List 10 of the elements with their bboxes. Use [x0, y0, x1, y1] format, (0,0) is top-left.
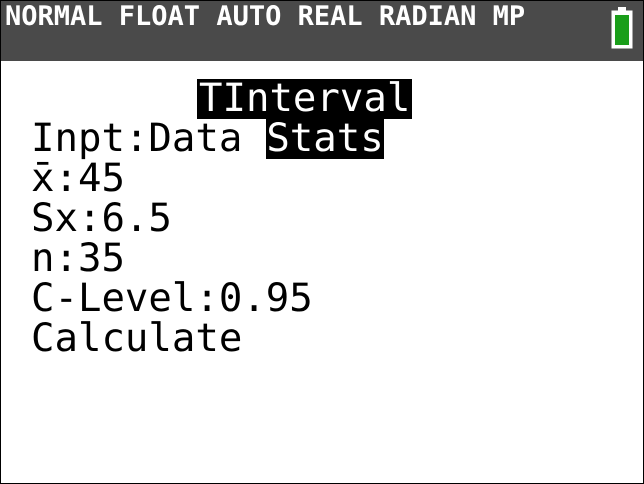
parameter-line[interactable]: n:35: [31, 239, 125, 279]
parameter-line[interactable]: x̄:45: [31, 159, 125, 199]
battery-icon: [611, 7, 633, 49]
parameter-line[interactable]: Sx:6.5: [31, 199, 172, 239]
calculate-option[interactable]: Calculate: [31, 319, 242, 359]
mode-settings: NORMAL FLOAT AUTO REAL RADIAN MP: [5, 1, 526, 33]
parameter-line[interactable]: C-Level:0.95: [31, 279, 313, 319]
input-option[interactable]: Stats: [266, 119, 384, 159]
input-label: Inpt:: [31, 119, 148, 159]
screen-title: TInterval: [197, 79, 412, 119]
